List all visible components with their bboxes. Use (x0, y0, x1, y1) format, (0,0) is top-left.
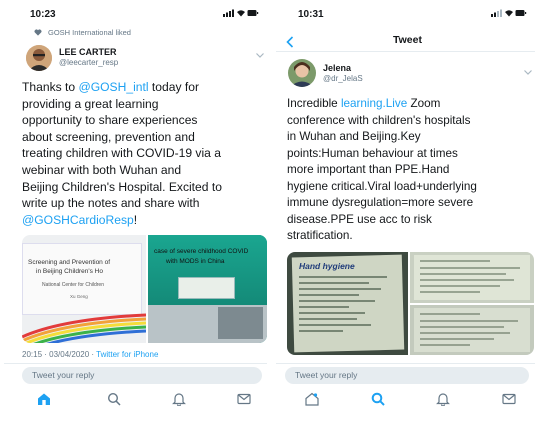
slide-institution: National Center for Children (42, 282, 104, 288)
tweet-text-segment: conference with children's hospitals (287, 113, 471, 127)
tweet-text-segment: more important than PPE.Hand (287, 163, 450, 176)
avatar-photo (26, 45, 52, 71)
chevron-down-icon[interactable] (256, 53, 264, 58)
tweet-text-segment: disease.PPE use acc to risk (287, 212, 432, 226)
messages-icon[interactable] (502, 392, 516, 406)
mention-link[interactable]: @GOSHCardioResp (22, 213, 134, 227)
reply-input[interactable]: Tweet your reply (22, 367, 262, 384)
tweet-text: Thanks to @GOSH_intl today for providing… (22, 79, 222, 228)
slide-title: case of severe childhood COVID (154, 248, 249, 255)
tweet-text-segment: Zoom (407, 97, 441, 110)
tweet-text-segment: today for (148, 80, 199, 94)
liked-by-label: GOSH International liked (48, 28, 131, 37)
notifications-icon[interactable] (436, 392, 450, 406)
hashtag-link[interactable]: learning.Live (341, 97, 407, 110)
slide-subtitle: in Beijing Children's Ho (36, 268, 103, 275)
tweet-text-segment: Incredible (287, 97, 341, 110)
tab-bar (4, 384, 267, 414)
messages-icon[interactable] (237, 392, 251, 406)
status-time: 10:23 (30, 9, 56, 20)
divider (4, 363, 267, 364)
status-time: 10:31 (298, 9, 324, 20)
slide-title: Hand hygiene (299, 261, 355, 271)
heart-icon (34, 29, 42, 36)
tweet-text-segment: Beijing Children's Hospital. Excited to (22, 179, 222, 194)
tweet-text-segment: ! (133, 212, 138, 227)
right-tweet-screen: 10:31 Tweet Jelena @dr_JelaS Incredible … (276, 0, 535, 423)
home-icon[interactable] (305, 392, 319, 406)
divider (276, 363, 535, 364)
slide-rainbow-stripes (22, 313, 146, 343)
media-photo-2[interactable]: case of severe childhood COVID with MODS… (148, 235, 267, 343)
author-handle[interactable]: @dr_JelaS (323, 74, 363, 83)
tweet-text-segment: immune dysregulation=more severe (287, 196, 474, 209)
tweet-media[interactable]: Hand hygiene (287, 252, 534, 355)
tweet-text-segment: about screening, prevention and (22, 129, 195, 144)
tweet-text: Incredible learning.Live Zoom conference… (287, 96, 477, 245)
tweet-text-segment: stratification. (287, 229, 353, 242)
tweet-text-segment: in Wuhan and Beijing.Key (287, 130, 421, 143)
chevron-down-icon[interactable] (524, 70, 532, 75)
author-handle[interactable]: @leecarter_resp (59, 58, 118, 67)
media-photo-2[interactable] (410, 252, 534, 303)
tweet-text-segment: treating children with COVID-19 via a (22, 146, 221, 161)
page-title: Tweet (393, 34, 422, 46)
author-name[interactable]: Jelena (323, 63, 351, 73)
media-photo-3[interactable] (410, 305, 534, 355)
tweet-text-segment: opportunity to share experiences (22, 113, 198, 128)
tweet-text-segment: hygiene critical.Viral load+underlying (287, 179, 477, 193)
slide-table-lines (414, 308, 530, 352)
media-photo-1[interactable]: Screening and Prevention of in Beijing C… (22, 235, 146, 343)
tweet-text-segment: points:Human behaviour at times (287, 146, 458, 160)
source-link[interactable]: Twitter for iPhone (96, 350, 158, 359)
mention-link[interactable]: @GOSH_intl (78, 80, 148, 94)
search-icon[interactable] (107, 392, 121, 406)
avatar[interactable] (26, 45, 52, 71)
tab-bar (276, 384, 535, 414)
tweet-text-segment: webinar with both Wuhan and (22, 162, 182, 177)
search-icon[interactable] (371, 392, 385, 406)
slide-subtitle: with MODS in China (166, 258, 225, 265)
author-name[interactable]: LEE CARTER (59, 47, 117, 57)
divider (276, 51, 535, 52)
home-icon[interactable] (37, 392, 51, 406)
signal-wifi-battery-icon (223, 9, 259, 17)
avatar-photo (288, 59, 316, 87)
tweet-text-segment: providing a great learning (22, 96, 159, 111)
status-bar: 10:23 (4, 0, 267, 22)
slide-title: Screening and Prevention of (28, 259, 111, 266)
avatar[interactable] (288, 59, 316, 87)
status-bar: 10:31 (276, 0, 535, 22)
liked-by-context[interactable]: GOSH International liked (34, 28, 131, 37)
tweet-text-segment: Thanks to (22, 80, 79, 94)
reply-input[interactable]: Tweet your reply (285, 367, 529, 384)
timestamp-text: 20:15 · 03/04/2020 · (22, 350, 97, 359)
signal-wifi-battery-icon (491, 9, 527, 17)
media-photo-1[interactable]: Hand hygiene (287, 252, 408, 355)
slide-table-lines (414, 255, 530, 300)
tweet-timestamp: 20:15 · 03/04/2020 · Twitter for iPhone (22, 350, 158, 359)
tweet-text-segment: write up the notes and share with (22, 196, 200, 211)
tweet-media[interactable]: Screening and Prevention of in Beijing C… (22, 235, 267, 343)
left-tweet-screen: 10:23 GOSH International liked LEE CARTE… (4, 0, 267, 423)
slide-bullet-lines (299, 276, 387, 332)
notifications-icon[interactable] (172, 392, 186, 406)
